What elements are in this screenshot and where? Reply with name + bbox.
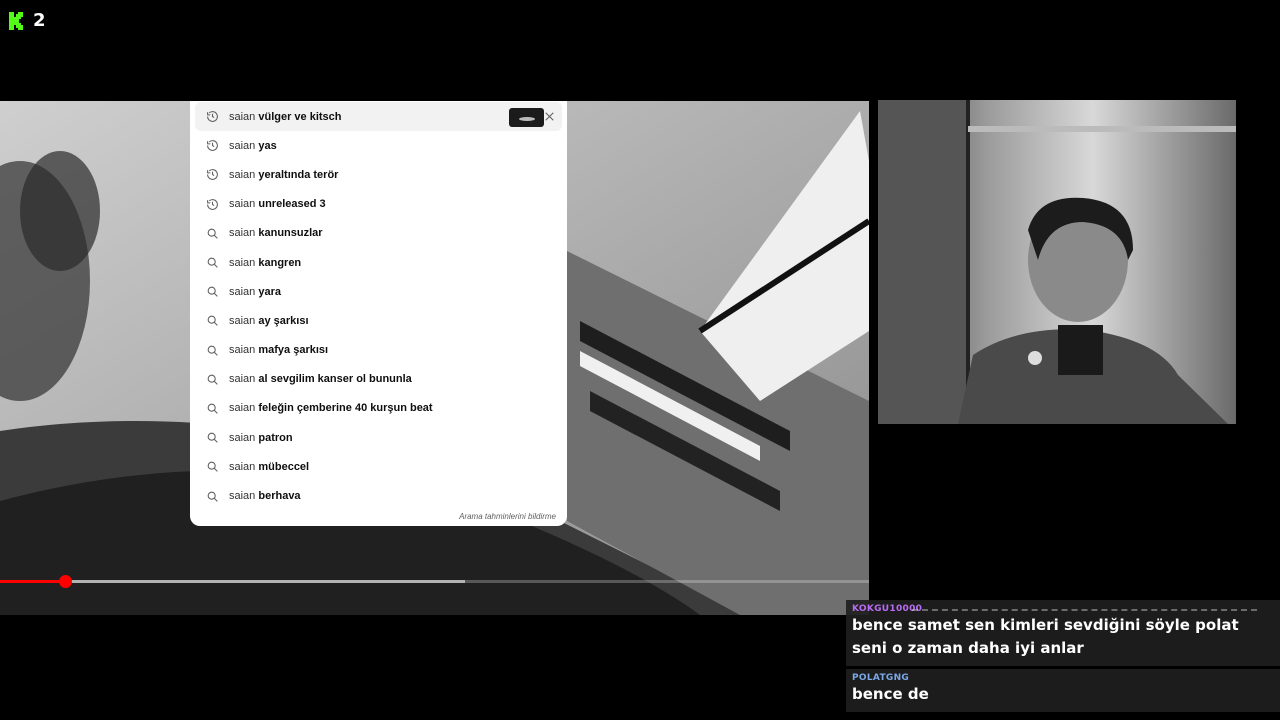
- suggestion-text: saian yara: [229, 286, 281, 298]
- chat-divider: [912, 609, 1257, 611]
- suggestion-item[interactable]: saian feleğin çemberine 40 kurşun beat: [190, 394, 567, 423]
- suggestion-completion: berhava: [258, 490, 301, 503]
- suggestion-query: saian: [229, 373, 256, 386]
- suggestion-list: saian vülger ve kitsch saian yas saian yer…: [190, 101, 567, 511]
- chat-message: POLATGNG bence de: [846, 669, 1280, 712]
- suggestion-completion: kangren: [258, 256, 302, 269]
- suggestion-query: saian: [229, 344, 256, 357]
- suggestion-text: saian ay şarkısı: [229, 315, 309, 327]
- suggestion-text: saian mafya şarkısı: [229, 344, 328, 356]
- progress-bar[interactable]: [0, 575, 869, 588]
- search-icon: [207, 316, 218, 327]
- suggestion-completion: yas: [258, 139, 277, 152]
- search-icon: [207, 286, 218, 297]
- suggestion-text: saian berhava: [229, 490, 301, 502]
- remove-history-icon[interactable]: [543, 110, 556, 123]
- kick-logo-icon: [9, 11, 23, 30]
- history-icon: [207, 140, 218, 152]
- suggestion-query: saian: [229, 285, 256, 298]
- suggestion-item[interactable]: saian kangren: [190, 248, 567, 277]
- suggestion-query: saian: [229, 256, 256, 269]
- webcam-image: [878, 100, 1236, 424]
- search-icon: [207, 491, 218, 502]
- suggestion-text: saian al sevgilim kanser ol bununla: [229, 373, 412, 385]
- history-icon: [207, 111, 218, 122]
- search-icon: [207, 432, 218, 443]
- search-icon: [207, 461, 218, 473]
- search-icon: [207, 345, 218, 356]
- search-icon: [207, 228, 218, 239]
- search-suggestions-dropdown: saian vülger ve kitsch saian yas saian yer…: [190, 101, 567, 526]
- suggestion-query: saian: [229, 402, 256, 415]
- chat-panel: KOKGU10000 bence samet sen kimleri sevdiğ…: [846, 600, 1280, 715]
- suggestion-item[interactable]: saian yas: [190, 131, 567, 160]
- suggestion-query: saian: [229, 168, 256, 181]
- badge-number: 2: [33, 10, 46, 31]
- suggestion-item[interactable]: saian unreleased 3: [190, 190, 567, 219]
- report-predictions-link[interactable]: Arama tahminlerini bildirme: [459, 512, 556, 521]
- suggestion-completion: al sevgilim kanser ol bununla: [258, 373, 412, 386]
- suggestion-completion: yeraltında terör: [258, 168, 339, 181]
- chat-text: bence de: [852, 685, 929, 703]
- suggestion-query: saian: [229, 460, 256, 473]
- kick-logo: 2: [9, 10, 46, 31]
- suggestion-text: saian yas: [229, 140, 277, 152]
- suggestion-query: saian: [229, 490, 256, 503]
- chat-message: KOKGU10000 bence samet sen kimleri sevdiğ…: [846, 600, 1280, 666]
- suggestion-text: saian kangren: [229, 257, 301, 269]
- suggestion-text: saian kanunsuzlar: [229, 227, 323, 239]
- suggestion-item[interactable]: saian vülger ve kitsch: [195, 102, 562, 132]
- progress-played: [0, 580, 66, 583]
- history-icon: [207, 198, 218, 210]
- suggestion-item[interactable]: saian berhava: [190, 481, 567, 510]
- suggestion-query: saian: [229, 198, 256, 211]
- suggestion-completion: mübeccel: [258, 460, 310, 473]
- suggestion-text: saian mübeccel: [229, 461, 309, 473]
- webcam-feed: [878, 100, 1236, 424]
- suggestion-thumbnail: [509, 108, 544, 127]
- suggestion-item[interactable]: saian yeraltında terör: [190, 160, 567, 189]
- suggestion-query: saian: [229, 110, 256, 123]
- suggestion-completion: patron: [258, 431, 293, 444]
- search-icon: [207, 403, 218, 414]
- search-icon: [207, 257, 218, 268]
- suggestion-completion: kanunsuzlar: [258, 227, 323, 240]
- suggestion-query: saian: [229, 139, 256, 152]
- suggestion-text: saian yeraltında terör: [229, 169, 338, 181]
- suggestion-completion: unreleased 3: [258, 198, 326, 211]
- suggestion-completion: ay şarkısı: [258, 314, 309, 327]
- chat-text: bence samet sen kimleri sevdiğini söyle …: [852, 616, 1239, 657]
- suggestion-item[interactable]: saian al sevgilim kanser ol bununla: [190, 365, 567, 394]
- suggestion-item[interactable]: saian yara: [190, 277, 567, 306]
- suggestion-completion: vülger ve kitsch: [258, 110, 342, 123]
- suggestion-completion: mafya şarkısı: [258, 344, 329, 357]
- suggestion-completion: yara: [258, 285, 281, 298]
- suggestion-query: saian: [229, 314, 256, 327]
- suggestion-query: saian: [229, 227, 256, 240]
- suggestion-item[interactable]: saian ay şarkısı: [190, 306, 567, 335]
- suggestion-text: saian patron: [229, 432, 293, 444]
- suggestion-completion: feleğin çemberine 40 kurşun beat: [258, 402, 433, 415]
- history-icon: [207, 169, 218, 181]
- suggestion-query: saian: [229, 431, 256, 444]
- suggestion-item[interactable]: saian mafya şarkısı: [190, 336, 567, 365]
- suggestion-text: saian vülger ve kitsch: [229, 111, 342, 123]
- search-icon: [207, 374, 218, 385]
- suggestion-text: saian feleğin çemberine 40 kurşun beat: [229, 402, 433, 414]
- chat-username[interactable]: POLATGNG: [852, 673, 1274, 683]
- suggestion-item[interactable]: saian kanunsuzlar: [190, 219, 567, 248]
- suggestion-item[interactable]: saian mübeccel: [190, 452, 567, 481]
- suggestion-item[interactable]: saian patron: [190, 423, 567, 452]
- suggestion-text: saian unreleased 3: [229, 198, 326, 210]
